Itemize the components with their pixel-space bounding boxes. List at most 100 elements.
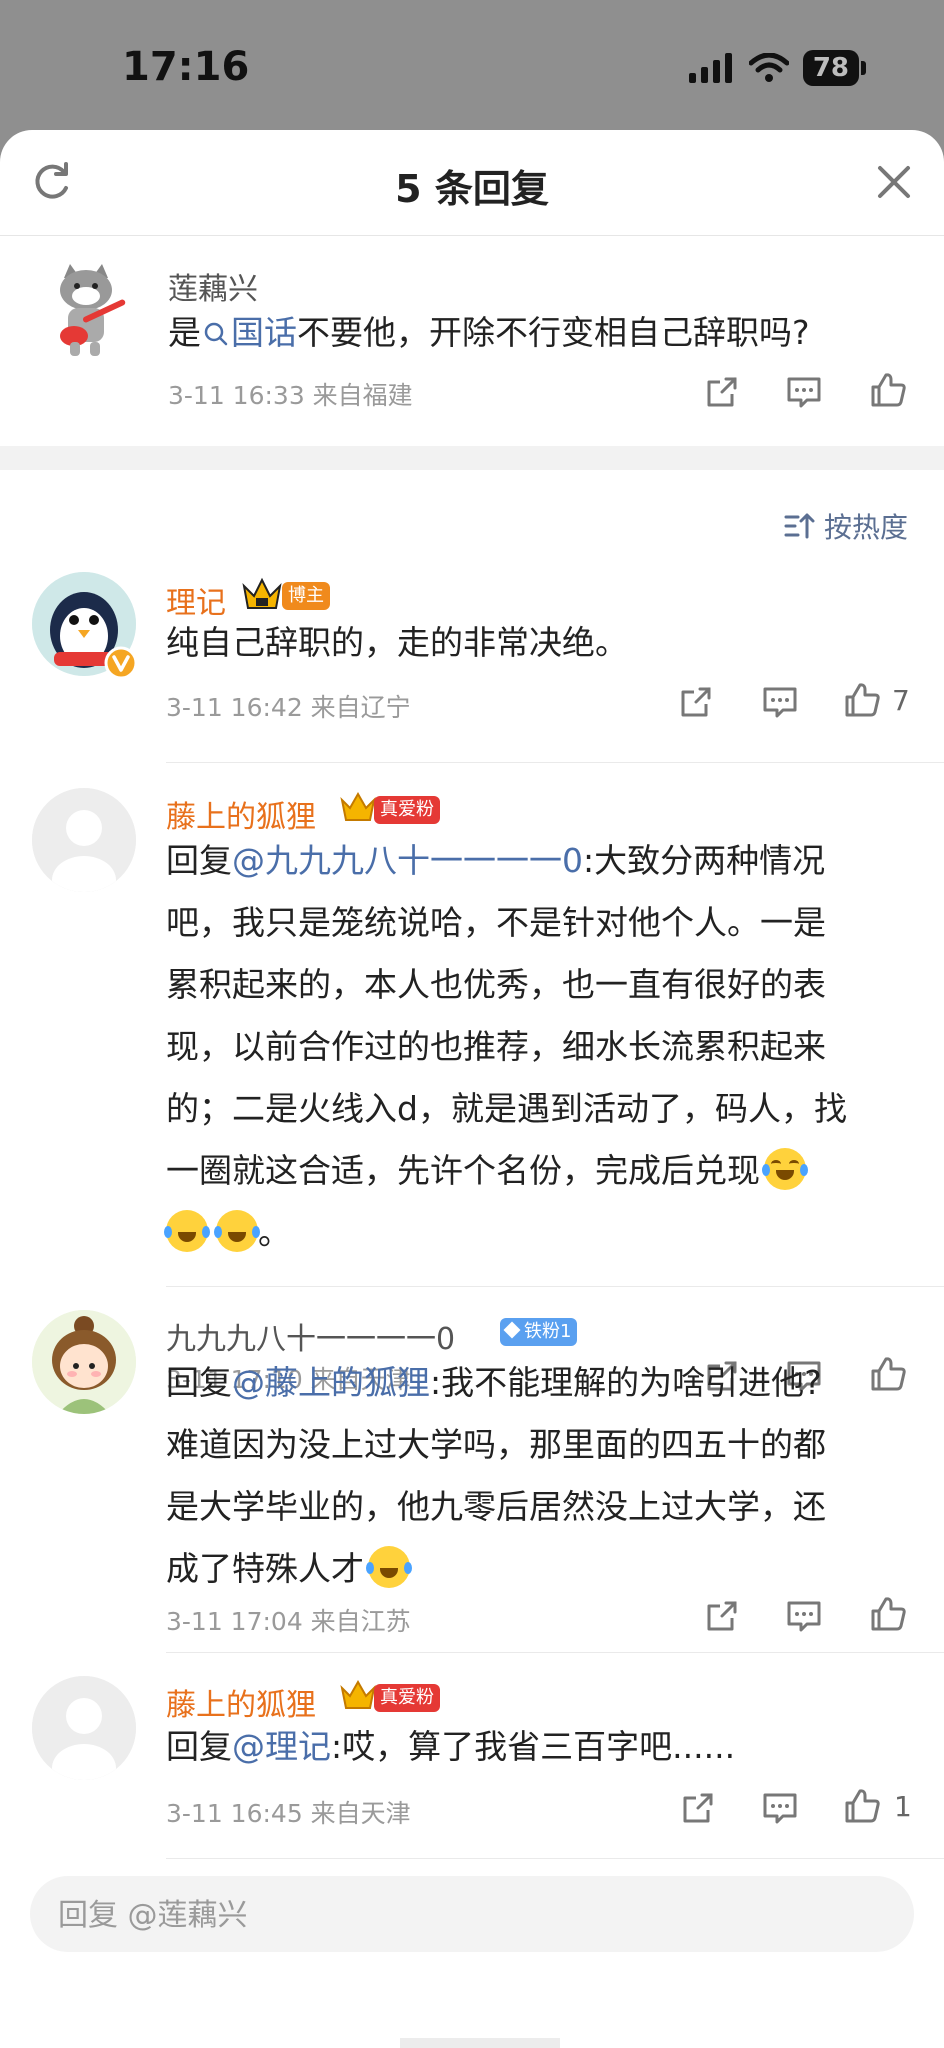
like-count: 7 bbox=[892, 684, 910, 717]
reply-line: 回复@藤上的狐狸:我不能理解的为啥引进他? bbox=[166, 1352, 826, 1414]
status-time: 17:16 bbox=[122, 44, 250, 90]
divider bbox=[166, 1652, 944, 1653]
reply-text: 回复@九九九八十一一一一0:大致分两种情况 吧，我只是笼统说哈，不是针对他个人。… bbox=[164, 830, 847, 1264]
reply-item: 藤上的狐狸 真爱粉 回复@理记:哎，算了我省三百字吧...... 3-11 16… bbox=[0, 1674, 944, 1828]
default-avatar-icon bbox=[32, 1676, 136, 1780]
sort-label: 按热度 bbox=[823, 511, 908, 544]
reply-prefix: 回复 bbox=[166, 1727, 232, 1766]
topic-label: 国话 bbox=[231, 313, 297, 352]
battery-icon bbox=[861, 61, 866, 75]
iron-fan-label: 铁粉1 bbox=[524, 1321, 572, 1342]
reply-line-text: 一圈就这合适，先许个名份，完成后兑现 bbox=[166, 1151, 760, 1190]
reply-line: 难道因为没上过大学吗，那里面的四五十的都 bbox=[166, 1425, 826, 1464]
iron-fan-badge: 铁粉1 bbox=[500, 1318, 578, 1346]
sheet-header: 5 条回复 bbox=[0, 130, 944, 236]
share-icon[interactable] bbox=[702, 1596, 742, 1636]
like-icon[interactable] bbox=[868, 370, 908, 410]
reply-meta: 3-11 17:04 来自江苏 bbox=[166, 1607, 411, 1636]
reply-text: 回复@理记:哎，算了我省三百字吧...... bbox=[166, 1716, 735, 1778]
reply-input-bar[interactable] bbox=[30, 1876, 914, 1954]
laugh-cry-emoji-icon bbox=[164, 1210, 210, 1252]
reply-item: 九九九八十一一一一0 铁粉1 回复@藤上的狐狸:我不能理解的为啥引进他? 难道因… bbox=[0, 1310, 944, 1636]
reply-line-text: :我不能理解的为啥引进他? bbox=[430, 1363, 822, 1402]
laugh-cry-emoji-icon bbox=[214, 1210, 260, 1252]
laugh-cry-emoji-icon bbox=[762, 1148, 808, 1190]
reply-line-text: :大致分两种情况 bbox=[583, 841, 826, 880]
diamond-icon bbox=[503, 1321, 521, 1339]
reply-line: 是大学毕业的，他九零后居然没上过大学，还 bbox=[166, 1487, 826, 1526]
reply-prefix: 回复 bbox=[166, 1363, 232, 1402]
like-icon[interactable] bbox=[842, 1786, 882, 1826]
replies-sheet: 5 条回复 莲藕兴 是国话不要他，开除不行变相自己辞职吗? 3-11 16:33… bbox=[0, 130, 944, 2048]
fan-crown-icon bbox=[340, 1679, 376, 1709]
battery-level: 78 bbox=[802, 50, 859, 86]
reply-input[interactable] bbox=[30, 1876, 880, 1954]
cat-guitar-icon bbox=[60, 264, 126, 356]
reply-line: 吧，我只是笼统说哈，不是针对他个人。一是 bbox=[166, 903, 826, 942]
laugh-cry-emoji-icon bbox=[366, 1546, 412, 1588]
reply-line: 累积起来的，本人也优秀，也一直有很好的表 bbox=[166, 965, 826, 1004]
divider bbox=[166, 1858, 944, 1859]
root-text-pre: 是 bbox=[168, 313, 201, 352]
root-text-post: 不要他，开除不行变相自己辞职吗? bbox=[297, 313, 810, 352]
crown-icon bbox=[242, 577, 282, 609]
reply-prefix: 回复 bbox=[166, 841, 232, 880]
share-icon[interactable] bbox=[676, 682, 716, 722]
fan-crown-icon bbox=[340, 791, 376, 821]
comment-icon[interactable] bbox=[784, 1596, 824, 1636]
like-icon[interactable] bbox=[868, 1594, 908, 1634]
divider bbox=[166, 1286, 944, 1287]
status-icons: 78 bbox=[688, 50, 866, 86]
avatar-anime-girl[interactable] bbox=[32, 1310, 136, 1414]
close-icon[interactable] bbox=[872, 160, 916, 204]
root-text: 是国话不要他，开除不行变相自己辞职吗? bbox=[168, 302, 810, 364]
default-avatar-icon bbox=[32, 788, 136, 892]
reply-line-text: 成了特殊人才 bbox=[166, 1549, 364, 1588]
reply-item: 藤上的狐狸 真爱粉 回复@九九九八十一一一一0:大致分两种情况 吧，我只是笼统说… bbox=[0, 786, 944, 1394]
reply-line-text: 。 bbox=[258, 1213, 291, 1252]
like-icon[interactable] bbox=[842, 680, 882, 720]
sort-icon bbox=[784, 513, 815, 539]
sheet-title: 5 条回复 bbox=[395, 167, 549, 211]
wifi-icon bbox=[748, 53, 789, 82]
reply-meta: 3-11 16:42 来自辽宁 bbox=[166, 693, 411, 722]
root-meta: 3-11 16:33 来自福建 bbox=[168, 381, 413, 410]
reply-line: 。 bbox=[164, 1202, 847, 1264]
like-count: 1 bbox=[894, 1790, 912, 1823]
share-icon[interactable] bbox=[702, 372, 742, 412]
reply-line: 回复@九九九八十一一一一0:大致分两种情况 bbox=[166, 830, 847, 892]
comment-icon[interactable] bbox=[760, 682, 800, 722]
sort-button[interactable]: 按热度 bbox=[784, 506, 908, 546]
topic-link[interactable]: 国话 bbox=[201, 313, 297, 352]
status-bar: 17:16 78 bbox=[0, 0, 944, 130]
comment-icon[interactable] bbox=[784, 372, 824, 412]
reply-line: 现，以前合作过的也推荐，细水长流累积起来 bbox=[166, 1027, 826, 1066]
fan-badge: 真爱粉 bbox=[374, 1684, 440, 1712]
section-divider bbox=[0, 446, 944, 470]
reply-line: 的；二是火线入d，就是遇到活动了，码人，找 bbox=[166, 1089, 847, 1128]
avatar-default[interactable] bbox=[32, 788, 136, 892]
reply-text: 回复@藤上的狐狸:我不能理解的为啥引进他? 难道因为没上过大学吗，那里面的四五十… bbox=[166, 1352, 826, 1600]
divider bbox=[166, 762, 944, 763]
avatar-default[interactable] bbox=[32, 1676, 136, 1780]
reply-meta: 3-11 16:45 来自天津 bbox=[166, 1799, 411, 1828]
anime-girl-icon bbox=[32, 1310, 136, 1414]
fan-badge: 真爱粉 bbox=[374, 796, 440, 824]
reply-item: 理记 博主 纯自己辞职的，走的非常决绝。 3-11 16:42 来自辽宁 7 bbox=[0, 572, 944, 722]
search-icon bbox=[204, 322, 228, 346]
root-comment: 莲藕兴 是国话不要他，开除不行变相自己辞职吗? 3-11 16:33 来自福建 bbox=[0, 236, 944, 448]
verified-icon bbox=[104, 646, 138, 680]
cellular-signal-icon bbox=[688, 53, 732, 83]
mention-link[interactable]: @理记 bbox=[232, 1727, 331, 1766]
avatar-cat-guitar[interactable] bbox=[34, 258, 138, 362]
home-indicator bbox=[400, 2038, 560, 2048]
comment-icon[interactable] bbox=[760, 1788, 800, 1828]
mention-link[interactable]: @九九九八十一一一一0 bbox=[232, 841, 583, 880]
share-icon[interactable] bbox=[678, 1788, 718, 1828]
reply-text: 纯自己辞职的，走的非常决绝。 bbox=[166, 623, 628, 662]
reply-line: 成了特殊人才 bbox=[166, 1538, 826, 1600]
blogger-badge: 博主 bbox=[282, 582, 330, 610]
mention-link[interactable]: @藤上的狐狸 bbox=[232, 1363, 430, 1402]
reply-line-text: :哎，算了我省三百字吧...... bbox=[331, 1727, 736, 1766]
reply-line: 一圈就这合适，先许个名份，完成后兑现 bbox=[166, 1140, 847, 1202]
